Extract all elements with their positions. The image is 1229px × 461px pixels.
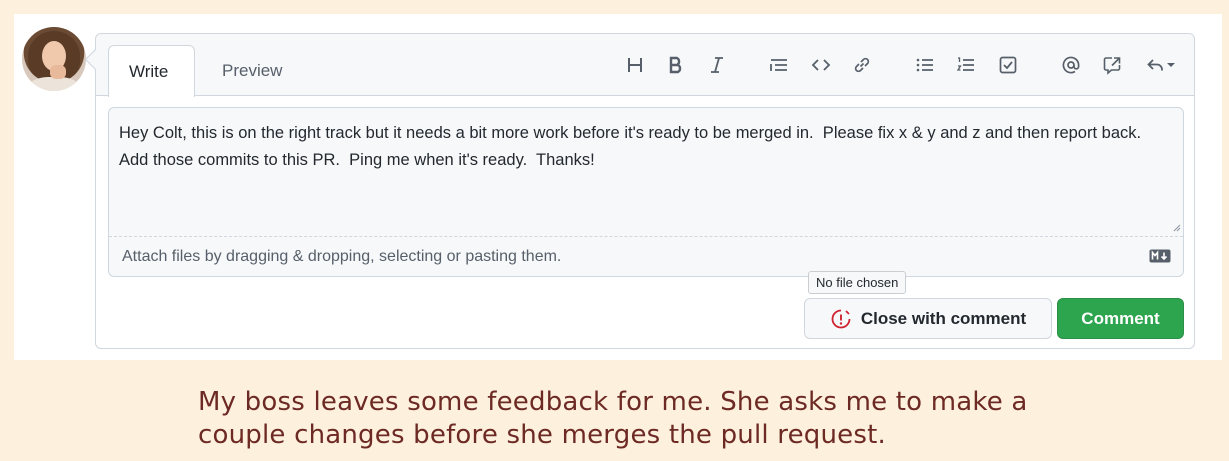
issue-closed-icon — [831, 309, 851, 328]
comment-text[interactable]: Hey Colt, this is on the right track but… — [119, 120, 1175, 174]
tab-write[interactable]: Write — [108, 45, 195, 97]
markdown-icon[interactable] — [1149, 249, 1171, 263]
avatar-shirt — [30, 77, 78, 91]
comment-textarea[interactable]: Hey Colt, this is on the right track but… — [108, 107, 1184, 277]
attach-files-bar[interactable]: Attach files by dragging & dropping, sel… — [109, 236, 1183, 276]
comment-button[interactable]: Comment — [1057, 298, 1184, 339]
task-list-icon[interactable] — [995, 52, 1021, 78]
italic-icon[interactable] — [704, 52, 730, 78]
attach-files-label[interactable]: Attach files by dragging & dropping, sel… — [122, 248, 561, 266]
reply-icon[interactable] — [1142, 52, 1180, 78]
bulleted-list-icon[interactable] — [912, 52, 938, 78]
mention-icon[interactable] — [1058, 52, 1084, 78]
bold-icon[interactable] — [663, 52, 689, 78]
close-with-comment-button[interactable]: Close with comment — [804, 298, 1052, 339]
heading-icon[interactable] — [622, 52, 648, 78]
file-input-tooltip: No file chosen — [808, 271, 907, 294]
code-icon[interactable] — [808, 52, 834, 78]
caption: My boss leaves some feedback for me. She… — [198, 386, 1098, 452]
caption-line-1: My boss leaves some feedback for me. She… — [198, 387, 1028, 417]
link-icon[interactable] — [849, 52, 875, 78]
numbered-list-icon[interactable] — [953, 52, 979, 78]
comment-header: Write Preview — [96, 34, 1194, 97]
reference-icon[interactable] — [1099, 52, 1125, 78]
tab-preview[interactable]: Preview — [202, 45, 302, 97]
quote-icon[interactable] — [766, 52, 792, 78]
resize-handle-icon[interactable] — [1171, 222, 1181, 232]
close-with-comment-label: Close with comment — [860, 308, 1027, 328]
avatar — [22, 27, 86, 91]
caption-line-2: couple changes before she merges the pul… — [198, 420, 886, 450]
avatar-hand — [50, 65, 66, 79]
